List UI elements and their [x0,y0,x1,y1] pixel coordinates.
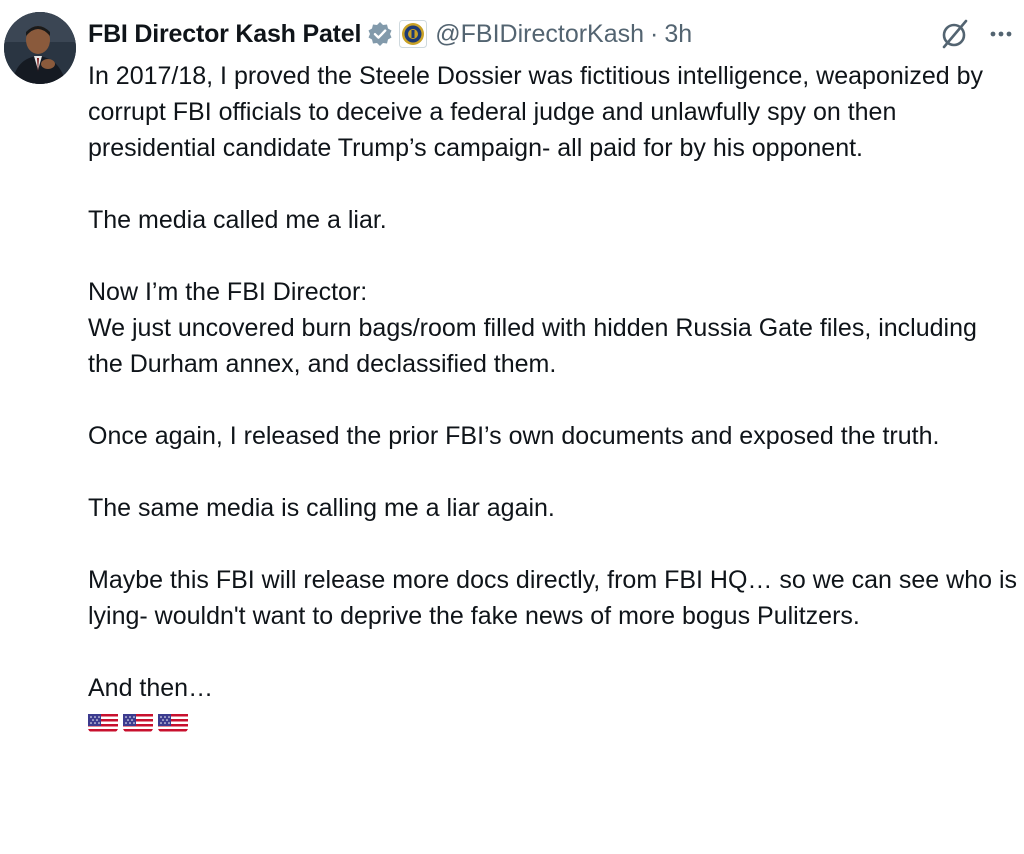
post-paragraph: The same media is calling me a liar agai… [88,494,555,522]
post-paragraph: Now I’m the FBI Director: We just uncove… [88,274,1018,382]
us-flag-emoji [88,710,118,732]
fbi-seal-icon[interactable] [399,20,428,48]
gray-check-icon[interactable] [367,21,393,47]
post-paragraph: And then… [88,674,214,702]
post-line: Now I’m the FBI Director: [88,278,368,306]
handle[interactable]: @FBIDirectorKash [435,20,644,49]
post-header: FBI Director Kash Patel @FBIDirectorKash… [88,14,1016,54]
post-paragraph: In 2017/18, I proved the Steele Dossier … [88,62,983,162]
timestamp[interactable]: 3h [664,20,692,49]
post-line: We just uncovered burn bags/room filled … [88,314,977,378]
us-flag-emoji [123,710,153,732]
avatar[interactable] [4,12,76,84]
post-actions [938,14,1016,54]
flag-emojis [88,710,1018,732]
post: FBI Director Kash Patel @FBIDirectorKash… [0,0,1024,854]
grok-icon[interactable] [938,17,972,51]
post-paragraph: Maybe this FBI will release more docs di… [88,566,1018,630]
post-text: In 2017/18, I proved the Steele Dossier … [88,58,1018,732]
display-name[interactable]: FBI Director Kash Patel [88,20,361,49]
more-icon[interactable] [986,19,1016,49]
post-paragraph: Once again, I released the prior FBI’s o… [88,422,940,450]
us-flag-emoji [158,710,188,732]
separator-dot: · [650,19,659,48]
post-paragraph: The media called me a liar. [88,206,387,234]
